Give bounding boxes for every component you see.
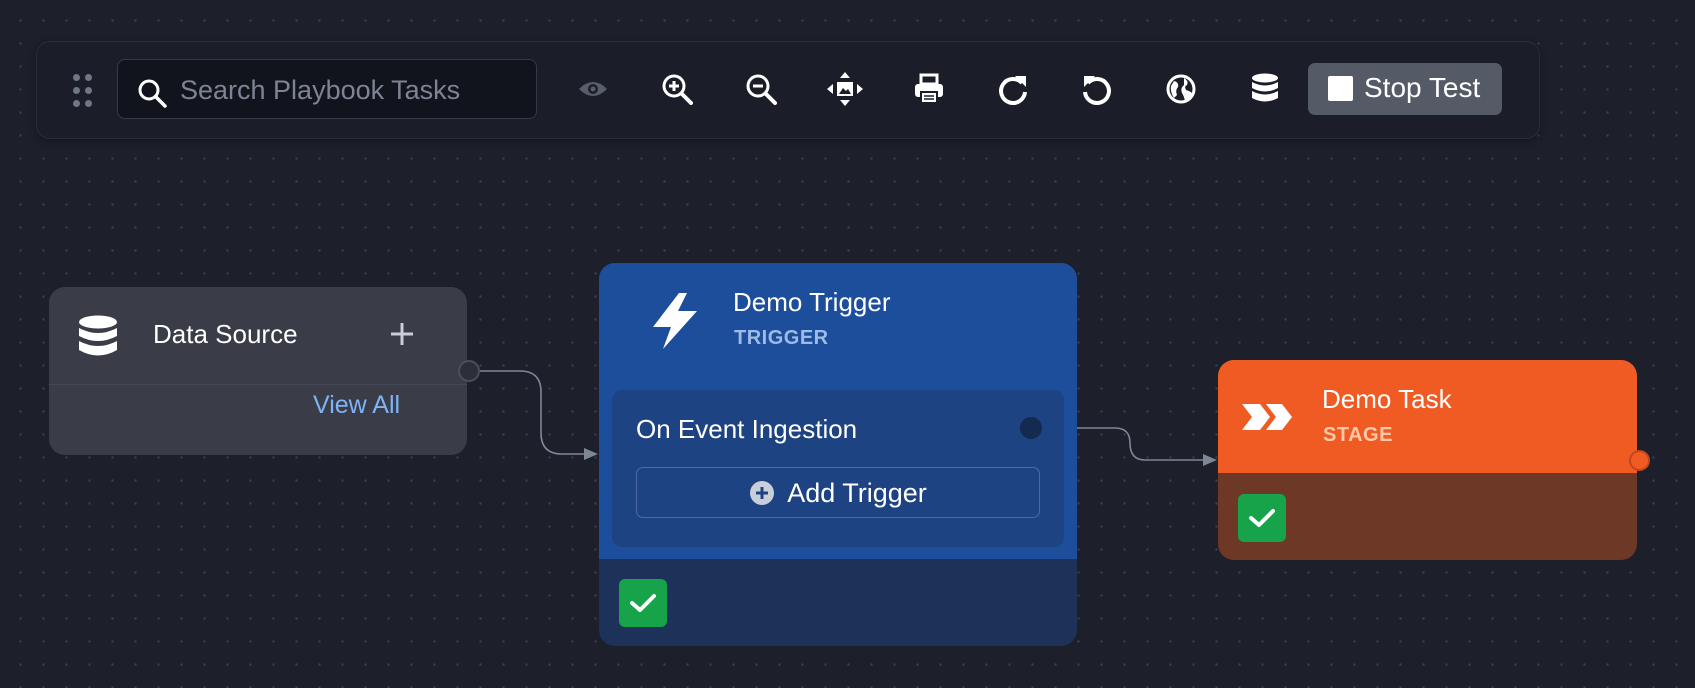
task-title: Demo Task <box>1322 384 1452 414</box>
event-label: On Event Ingestion <box>636 414 858 444</box>
trigger-header: Demo Trigger TRIGGER On Event Ingestion … <box>599 263 1077 559</box>
data-source-node[interactable]: Data Source View All <box>49 287 467 455</box>
data-source-output-handle[interactable] <box>458 360 480 382</box>
edge-arrow-task <box>1203 454 1217 466</box>
trigger-node[interactable]: Demo Trigger TRIGGER On Event Ingestion … <box>599 263 1077 646</box>
lightning-icon <box>653 293 697 349</box>
task-output-handle[interactable] <box>1629 450 1650 471</box>
trigger-type-label: TRIGGER <box>734 327 829 349</box>
edge-datasource-trigger <box>470 370 584 455</box>
check-icon <box>1238 494 1286 542</box>
add-trigger-label: Add Trigger <box>787 477 927 508</box>
divider <box>49 384 467 385</box>
plus-circle-icon <box>750 480 775 505</box>
add-data-source-icon[interactable] <box>385 317 419 351</box>
database-icon <box>79 315 117 356</box>
trigger-event-panel: On Event Ingestion Add Trigger <box>612 390 1064 547</box>
task-header: Demo Task STAGE <box>1218 360 1637 473</box>
view-all-link[interactable]: View All <box>313 390 400 420</box>
trigger-title: Demo Trigger <box>733 287 891 317</box>
task-node[interactable]: Demo Task STAGE <box>1218 360 1637 560</box>
data-source-title: Data Source <box>153 319 298 349</box>
stage-chevrons-icon <box>1242 404 1292 430</box>
task-type-label: STAGE <box>1323 424 1393 446</box>
trigger-output-handle[interactable] <box>1020 417 1042 439</box>
check-icon <box>619 579 667 627</box>
edge-arrow-trigger <box>584 448 598 460</box>
add-trigger-button[interactable]: Add Trigger <box>636 467 1040 518</box>
